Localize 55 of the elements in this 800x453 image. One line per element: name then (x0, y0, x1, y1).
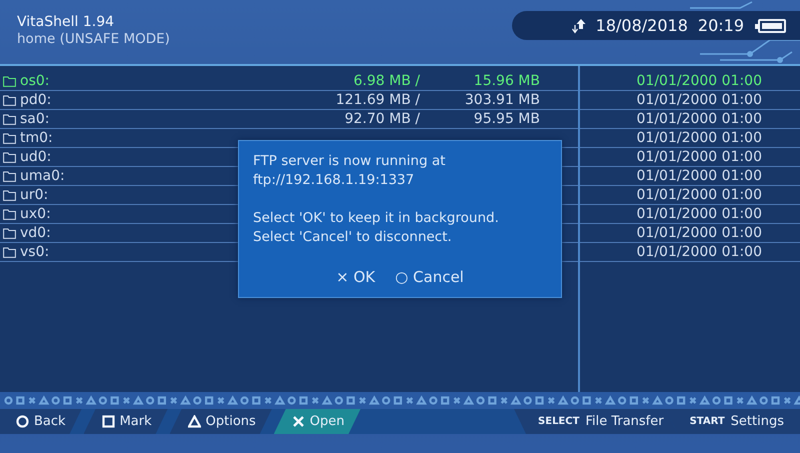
separator: / (415, 73, 421, 89)
modified-date: 01/01/2000 01:00 (636, 149, 762, 165)
action-button[interactable]: Back (0, 409, 82, 434)
triangle-icon (188, 415, 201, 428)
action-button[interactable]: Options (170, 409, 272, 434)
folder-icon (3, 170, 16, 182)
dialog-button[interactable]: × OK (336, 268, 376, 286)
date-text: 18/08/2018 (596, 16, 688, 35)
folder-icon (3, 132, 16, 144)
modified-date: 01/01/2000 01:00 (636, 73, 762, 89)
used-size: 92.70 MB (344, 111, 411, 127)
dialog-message: FTP server is now running at (253, 152, 446, 171)
transfer-icon (572, 18, 586, 34)
folder-icon (3, 228, 16, 238)
action-button[interactable]: Mark (84, 409, 168, 434)
folder-icon (3, 114, 16, 124)
total-size: 303.91 MB (464, 92, 540, 108)
modified-date: 01/01/2000 01:00 (636, 244, 762, 260)
app-title: VitaShell 1.94 (17, 14, 116, 30)
total-size: 15.96 MB (474, 73, 540, 89)
modified-date: 01/01/2000 01:00 (636, 92, 762, 108)
dialog-message: Select 'OK' to keep it in background. (253, 209, 500, 228)
total-size: 95.95 MB (474, 111, 540, 127)
file-name[interactable]: sa0: (20, 111, 320, 127)
current-path: home (UNSAFE MODE) (17, 31, 170, 47)
battery-icon (758, 18, 786, 32)
folder-icon (3, 246, 16, 258)
modified-date: 01/01/2000 01:00 (636, 111, 762, 127)
circle-icon (16, 415, 29, 428)
folder-icon (3, 94, 16, 106)
file-name[interactable]: pd0: (20, 92, 320, 108)
modified-date: 01/01/2000 01:00 (636, 206, 762, 222)
modified-date: 01/01/2000 01:00 (636, 225, 762, 241)
separator: / (415, 111, 421, 127)
folder-icon (3, 208, 16, 220)
folder-icon (3, 152, 16, 162)
modified-date: 01/01/2000 01:00 (636, 168, 762, 184)
cross-icon (292, 415, 305, 428)
action-button[interactable]: Open (274, 409, 361, 434)
separator: / (415, 92, 421, 108)
dialog-message: Select 'Cancel' to disconnect. (253, 228, 453, 247)
folder-icon (3, 190, 16, 200)
shortcut-button[interactable]: START Settings (666, 409, 800, 434)
used-size: 6.98 MB (354, 73, 411, 89)
used-size: 121.69 MB (336, 92, 411, 108)
dialog-message: ftp://192.168.1.19:1337 (253, 171, 416, 190)
folder-icon (3, 76, 16, 86)
dialog-button[interactable]: ○ Cancel (395, 268, 464, 286)
modified-date: 01/01/2000 01:00 (636, 187, 762, 203)
file-name[interactable]: tm0: (20, 130, 320, 146)
modified-date: 01/01/2000 01:00 (636, 130, 762, 146)
time-text: 20:19 (698, 16, 744, 35)
square-icon (102, 415, 115, 428)
file-name[interactable]: os0: (20, 73, 320, 89)
shortcut-button[interactable]: SELECT File Transfer (514, 409, 678, 434)
